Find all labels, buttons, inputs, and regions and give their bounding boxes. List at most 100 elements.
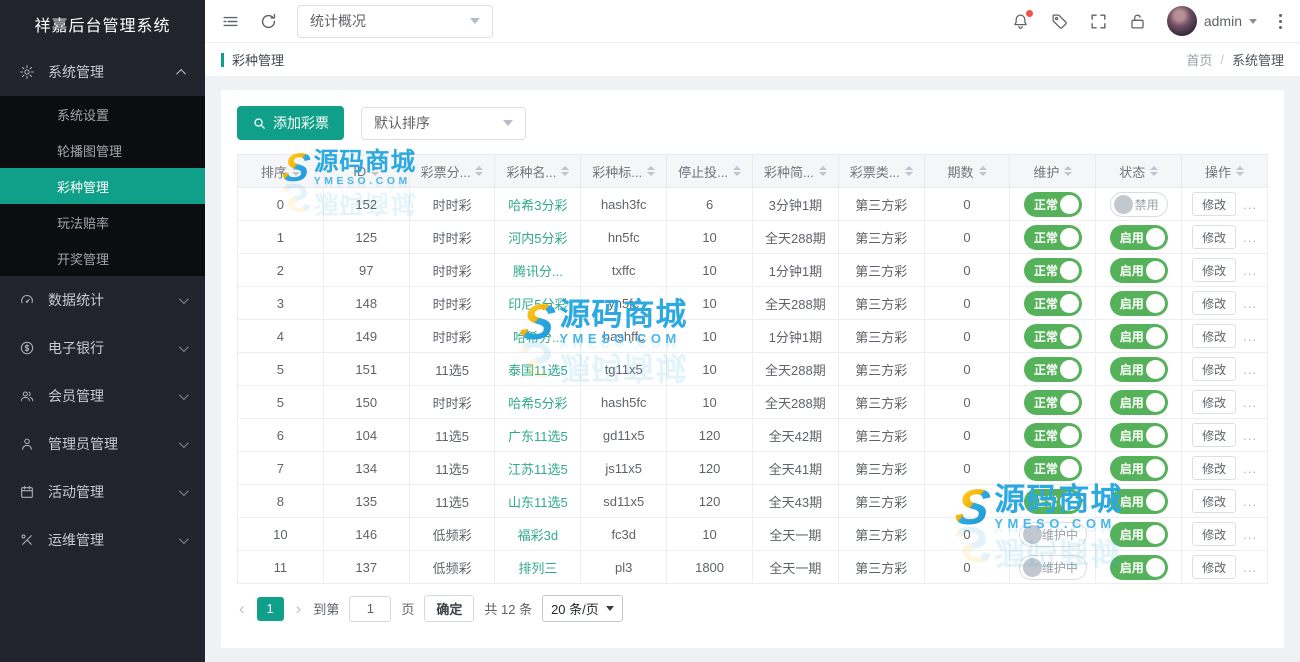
maintain-toggle[interactable]: 正常 [1024, 258, 1082, 283]
sidebar-item-carousel-management[interactable]: 轮播图管理 [0, 132, 205, 168]
maintain-toggle[interactable]: 正常 [1024, 489, 1082, 514]
column-header[interactable]: 彩种名... [495, 155, 581, 188]
modify-button[interactable]: 修改 [1192, 456, 1236, 480]
lottery-name-link[interactable]: 哈希分... [513, 330, 563, 345]
status-toggle[interactable]: 禁用 [1110, 192, 1168, 217]
modify-button[interactable]: 修改 [1192, 258, 1236, 282]
column-header[interactable]: 期数 [924, 155, 1010, 188]
more-menu-icon[interactable] [1277, 12, 1284, 31]
sidebar-item-data-statistics[interactable]: 数据统计 [0, 276, 205, 324]
lottery-name-link[interactable]: 广东11选5 [508, 429, 568, 444]
sidebar-item-administrator-management[interactable]: 管理员管理 [0, 420, 205, 468]
status-toggle[interactable]: 启用 [1110, 291, 1168, 316]
sort-icon[interactable] [1064, 166, 1072, 176]
lottery-name-link[interactable]: 泰国11选5 [508, 363, 568, 378]
avatar[interactable] [1167, 6, 1197, 36]
modify-button[interactable]: 修改 [1192, 522, 1236, 546]
more-actions-button[interactable]: ... [1243, 362, 1257, 377]
maintain-toggle[interactable]: 维护中 [1019, 555, 1087, 580]
status-toggle[interactable]: 启用 [1110, 390, 1168, 415]
page-size-select[interactable]: 20 条/页 [542, 595, 623, 622]
modify-button[interactable]: 修改 [1192, 423, 1236, 447]
page-number-active[interactable]: 1 [257, 597, 284, 621]
lottery-name-link[interactable]: 哈希3分彩 [508, 198, 567, 213]
sidebar-item-member-management[interactable]: 会员管理 [0, 372, 205, 420]
status-toggle[interactable]: 启用 [1110, 423, 1168, 448]
maintain-toggle[interactable]: 正常 [1024, 423, 1082, 448]
lottery-name-link[interactable]: 排列三 [518, 561, 557, 576]
column-header[interactable]: 停止投... [667, 155, 753, 188]
more-actions-button[interactable]: ... [1243, 230, 1257, 245]
sidebar-item-draw-management[interactable]: 开奖管理 [0, 240, 205, 276]
maintain-toggle[interactable]: 正常 [1024, 456, 1082, 481]
confirm-page-button[interactable]: 确定 [424, 595, 474, 622]
tag-icon[interactable] [1050, 12, 1069, 31]
column-header[interactable]: 操作 [1182, 155, 1268, 188]
sort-icon[interactable] [561, 166, 569, 176]
column-header[interactable]: 维护 [1010, 155, 1096, 188]
sort-order-select[interactable]: 默认排序 [361, 107, 526, 140]
more-actions-button[interactable]: ... [1243, 296, 1257, 311]
sort-icon[interactable] [1150, 166, 1158, 176]
lottery-name-link[interactable]: 江苏11选5 [508, 462, 568, 477]
fullscreen-icon[interactable] [1089, 12, 1108, 31]
column-header[interactable]: 排序 [238, 155, 324, 188]
more-actions-button[interactable]: ... [1243, 395, 1257, 410]
sidebar-item-operations-management[interactable]: 运维管理 [0, 516, 205, 564]
lottery-name-link[interactable]: 腾讯分... [513, 264, 563, 279]
sort-icon[interactable] [1236, 166, 1244, 176]
notification-bell-icon[interactable] [1011, 12, 1030, 31]
sort-icon[interactable] [819, 166, 827, 176]
refresh-icon[interactable] [259, 12, 278, 31]
column-header[interactable]: 彩种标... [581, 155, 667, 188]
more-actions-button[interactable]: ... [1243, 560, 1257, 575]
lock-icon[interactable] [1128, 12, 1147, 31]
sort-icon[interactable] [475, 166, 483, 176]
modify-button[interactable]: 修改 [1192, 192, 1236, 216]
add-lottery-button[interactable]: 添加彩票 [237, 106, 344, 140]
modify-button[interactable]: 修改 [1192, 357, 1236, 381]
more-actions-button[interactable]: ... [1243, 263, 1257, 278]
status-toggle[interactable]: 启用 [1110, 489, 1168, 514]
breadcrumb-home-link[interactable]: 首页 [1186, 50, 1212, 69]
column-header[interactable]: 彩票类... [838, 155, 924, 188]
sidebar-item-activity-management[interactable]: 活动管理 [0, 468, 205, 516]
lottery-name-link[interactable]: 山东11选5 [508, 495, 568, 510]
column-header[interactable]: 彩票分... [409, 155, 495, 188]
collapse-sidebar-icon[interactable] [221, 12, 240, 31]
maintain-toggle[interactable]: 维护中 [1019, 522, 1087, 547]
sort-icon[interactable] [905, 166, 913, 176]
lottery-name-link[interactable]: 印尼5分彩 [508, 297, 567, 312]
lottery-name-link[interactable]: 哈希5分彩 [508, 396, 567, 411]
modify-button[interactable]: 修改 [1192, 555, 1236, 579]
more-actions-button[interactable]: ... [1243, 197, 1257, 212]
column-header[interactable]: ID [323, 155, 409, 188]
next-page-button[interactable]: › [294, 600, 304, 617]
sidebar-item-system-management[interactable]: 系统管理 [0, 48, 205, 96]
sort-icon[interactable] [371, 166, 379, 176]
sidebar-item-play-odds[interactable]: 玩法赔率 [0, 204, 205, 240]
maintain-toggle[interactable]: 正常 [1024, 291, 1082, 316]
status-toggle[interactable]: 启用 [1110, 324, 1168, 349]
sidebar-item-lottery-management[interactable]: 彩种管理 [0, 168, 205, 204]
more-actions-button[interactable]: ... [1243, 329, 1257, 344]
modify-button[interactable]: 修改 [1192, 225, 1236, 249]
modify-button[interactable]: 修改 [1192, 324, 1236, 348]
column-header[interactable]: 状态 [1096, 155, 1182, 188]
user-menu[interactable]: admin [1167, 6, 1257, 36]
more-actions-button[interactable]: ... [1243, 494, 1257, 509]
maintain-toggle[interactable]: 正常 [1024, 324, 1082, 349]
status-toggle[interactable]: 启用 [1110, 555, 1168, 580]
status-toggle[interactable]: 启用 [1110, 225, 1168, 250]
goto-page-input[interactable] [349, 596, 391, 622]
maintain-toggle[interactable]: 正常 [1024, 357, 1082, 382]
maintain-toggle[interactable]: 正常 [1024, 390, 1082, 415]
status-toggle[interactable]: 启用 [1110, 522, 1168, 547]
lottery-name-link[interactable]: 河内5分彩 [508, 231, 567, 246]
more-actions-button[interactable]: ... [1243, 527, 1257, 542]
sort-icon[interactable] [733, 166, 741, 176]
sort-icon[interactable] [979, 166, 987, 176]
view-select[interactable]: 统计概况 [297, 5, 493, 38]
more-actions-button[interactable]: ... [1243, 428, 1257, 443]
more-actions-button[interactable]: ... [1243, 461, 1257, 476]
